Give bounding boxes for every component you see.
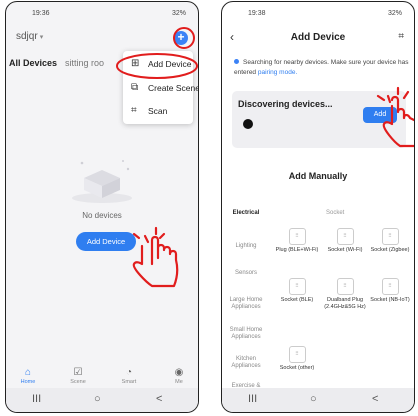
tab-home[interactable]: ⌂ Home	[8, 366, 48, 385]
empty-box-illustration	[72, 160, 132, 203]
phone-add-device-screen: 19:38 32% ‹ Add Device ⌗ Searching for n…	[221, 1, 415, 413]
menu-item-label: Add Device	[148, 59, 192, 69]
page-title: Add Device	[290, 32, 346, 43]
menu-item-label: Scan	[148, 106, 168, 116]
device-name: Socket (BLE)	[280, 297, 314, 303]
bottom-tab-bar: ⌂ Home ☑ Scene ◔ Smart ◉ Me	[6, 364, 198, 390]
add-device-button[interactable]: Add Device	[76, 232, 136, 251]
device-name: Plug (BLE+Wi-Fi)	[275, 247, 319, 253]
battery-level: 32%	[171, 10, 186, 17]
battery-level: 32%	[387, 10, 402, 17]
device-tile[interactable]: ⁝⁝ Socket (BLE)	[275, 278, 319, 304]
discovering-card: Discovering devices... Add	[232, 91, 406, 148]
android-nav-bar: III ○ <	[6, 388, 198, 412]
menu-item-scan[interactable]: ⌗ Scan	[123, 100, 193, 122]
tab-sitting-room[interactable]: sitting roo	[65, 58, 104, 68]
socket-icon: ⁝⁝	[288, 228, 306, 245]
tab-smart[interactable]: ◔ Smart	[109, 366, 149, 385]
add-manually-heading: Add Manually	[288, 171, 348, 181]
device-tile[interactable]: ⁝⁝ Socket (NB-IoT)	[368, 278, 412, 304]
category-lighting[interactable]: Lighting	[222, 243, 270, 250]
tab-me[interactable]: ◉ Me	[159, 366, 198, 385]
tab-label: Me	[175, 379, 183, 385]
add-discovered-button[interactable]: Add	[363, 107, 397, 123]
device-tile[interactable]: ⁝⁝ Socket (other)	[275, 346, 319, 372]
category-small-home-appliances[interactable]: Small Home Appliances	[222, 327, 270, 341]
home-name: sdjqr	[16, 31, 38, 42]
menu-item-add-device[interactable]: ⊞ Add Device	[123, 53, 193, 75]
discovered-device-icon	[243, 119, 253, 129]
socket-icon: ⁝⁝	[336, 278, 354, 295]
android-nav-bar: III ○ <	[222, 388, 414, 412]
status-time: 19:36	[32, 10, 50, 17]
home-icon: ⌂	[24, 367, 32, 378]
home-button[interactable]: ○	[94, 393, 101, 405]
device-name: Dualband Plug (2.4GHz&5G Hz)	[324, 297, 366, 310]
home-button[interactable]: ○	[310, 393, 317, 405]
menu-item-label: Create Scene	[148, 83, 199, 93]
device-tile[interactable]: ⁝⁝ Plug (BLE+Wi-Fi)	[275, 228, 319, 254]
bluetooth-icon	[234, 59, 239, 64]
back-button[interactable]: <	[156, 393, 162, 405]
category-kitchen-appliances[interactable]: Kitchen Appliances	[222, 356, 270, 370]
menu-item-create-scene[interactable]: ⧉ Create Scene	[123, 77, 198, 99]
status-bar: 19:36 32%	[6, 2, 198, 24]
back-button[interactable]: <	[372, 393, 378, 405]
device-name: Socket (other)	[279, 365, 315, 371]
tab-all-devices[interactable]: All Devices	[9, 58, 57, 68]
header: ‹ Add Device ⌗	[222, 30, 414, 48]
tab-label: Smart	[121, 379, 137, 385]
tab-scene[interactable]: ☑ Scene	[58, 366, 98, 385]
device-name: Socket (Zigbee)	[370, 247, 410, 253]
recent-apps-button[interactable]: III	[32, 393, 41, 405]
device-tile[interactable]: ⁝⁝ Socket (Wi-Fi)	[323, 228, 367, 254]
device-name: Socket (Wi-Fi)	[327, 247, 363, 253]
discovering-label: Discovering devices...	[238, 99, 333, 109]
scan-icon: ⌗	[131, 105, 137, 116]
category-sensors[interactable]: Sensors	[222, 270, 270, 277]
category-large-home-appliances[interactable]: Large Home Appliances	[222, 297, 270, 311]
category-electrical[interactable]: Electrical	[222, 210, 270, 217]
device-tile[interactable]: ⁝⁝ Dualband Plug (2.4GHz&5G Hz)	[323, 278, 367, 310]
caret-down-icon: ▾	[39, 34, 44, 41]
profile-icon: ◉	[174, 367, 184, 378]
create-scene-icon: ⧉	[131, 82, 139, 93]
home-selector[interactable]: sdjqr ▾	[16, 31, 43, 42]
searching-notice: Searching for nearby devices. Make sure …	[234, 58, 410, 78]
socket-icon: ⁝⁝	[381, 228, 399, 245]
add-device-icon: ⊞	[131, 58, 140, 69]
pairing-mode-link[interactable]: pairing mode.	[258, 69, 297, 76]
scan-icon[interactable]: ⌗	[398, 31, 404, 42]
tap-hand-icon	[132, 226, 179, 288]
section-socket: Socket	[326, 210, 345, 216]
add-menu: ⊞ Add Device ⧉ Create Scene ⌗ Scan	[123, 51, 198, 124]
socket-icon: ⁝⁝	[288, 346, 306, 363]
scene-icon: ☑	[73, 367, 83, 378]
device-name: Socket (NB-IoT)	[370, 297, 410, 303]
status-time: 19:38	[248, 10, 266, 17]
socket-icon: ⁝⁝	[288, 278, 306, 295]
device-tile[interactable]: ⁝⁝ Socket (Zigbee)	[368, 228, 412, 254]
recent-apps-button[interactable]: III	[248, 393, 257, 405]
add-icon[interactable]: +	[174, 31, 188, 45]
status-bar: 19:38 32%	[222, 2, 414, 24]
tab-label: Home	[20, 379, 36, 385]
smart-icon: ◔	[125, 367, 133, 378]
phone-home-screen: 19:36 32% sdjqr ▾ + All Devices sitting r…	[5, 1, 199, 413]
socket-icon: ⁝⁝	[381, 278, 399, 295]
tab-label: Scene	[70, 379, 86, 385]
empty-state-text: No devices	[82, 211, 122, 220]
socket-icon: ⁝⁝	[336, 228, 354, 245]
